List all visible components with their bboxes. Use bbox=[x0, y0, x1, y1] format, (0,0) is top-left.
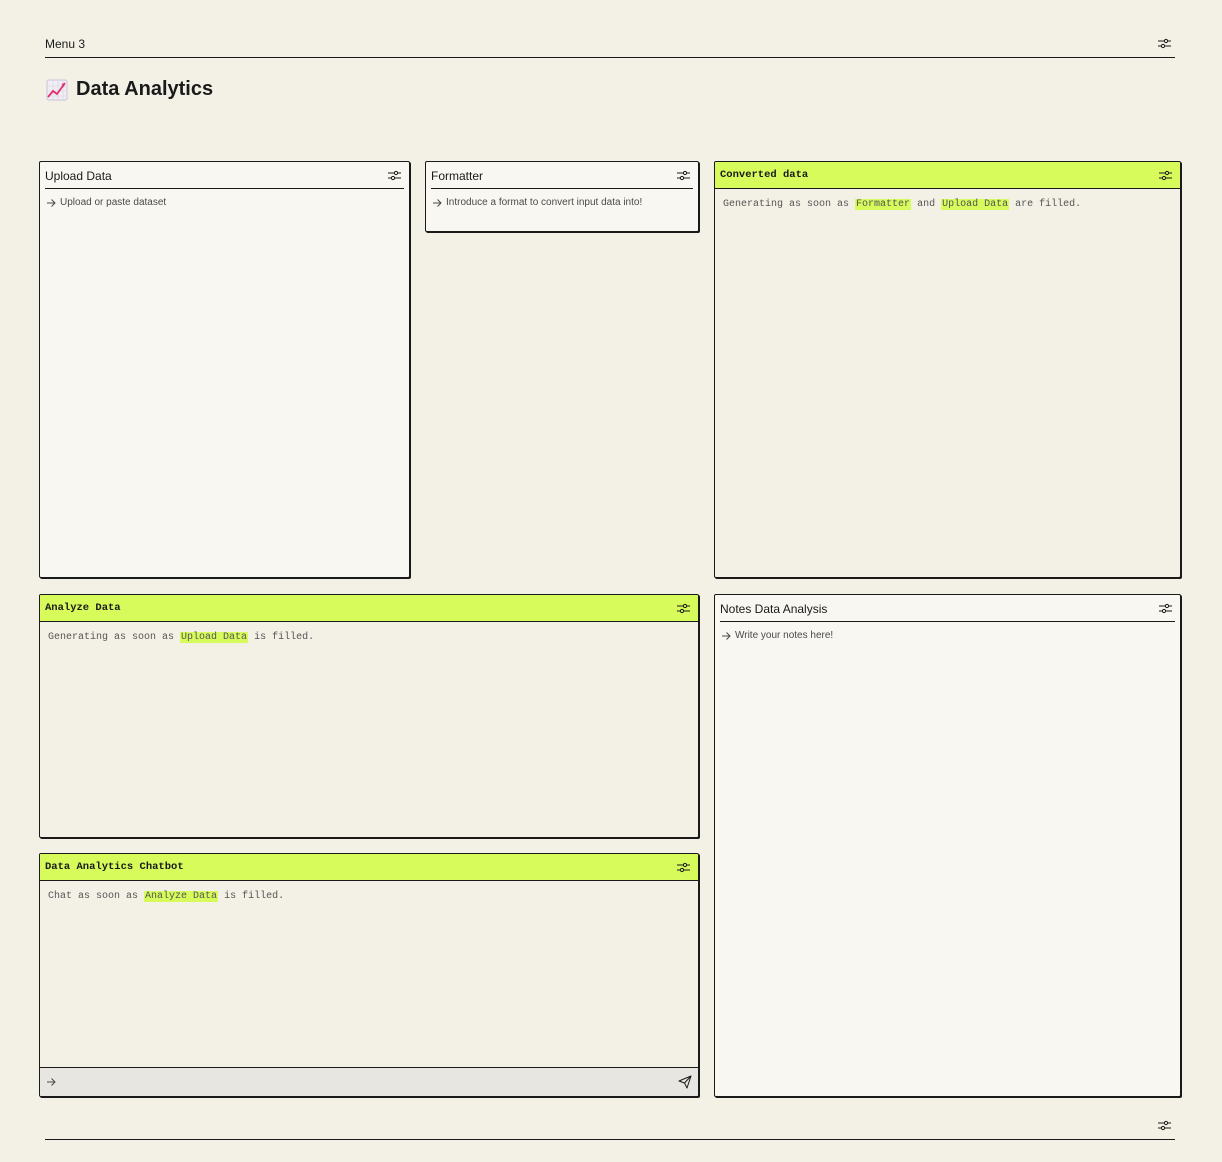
panel-title: Converted data bbox=[720, 169, 809, 181]
panel-title: Notes Data Analysis bbox=[720, 601, 828, 616]
bottom-bar bbox=[45, 1116, 1175, 1140]
placeholder-text: Upload or paste dataset bbox=[60, 197, 167, 208]
page-title: Data Analytics bbox=[46, 78, 213, 101]
panel-header: Notes Data Analysis bbox=[720, 595, 1175, 622]
status-text: and bbox=[917, 199, 936, 210]
sliders-icon[interactable] bbox=[1158, 1120, 1171, 1131]
arrow-right-icon bbox=[721, 631, 731, 641]
notes-panel: Notes Data Analysis Write your notes her… bbox=[714, 594, 1181, 1097]
upload-data-link[interactable]: Upload Data bbox=[180, 632, 249, 643]
formatter-link[interactable]: Formatter bbox=[855, 199, 912, 210]
status-text: Generating as soon as bbox=[723, 199, 850, 210]
notes-input[interactable]: Write your notes here! bbox=[721, 630, 1174, 641]
status-text: is filled. bbox=[254, 632, 315, 643]
generating-status: Generating as soon as Upload Data is fil… bbox=[48, 632, 690, 643]
panel-title: Data Analytics Chatbot bbox=[45, 861, 184, 873]
menu-label[interactable]: Menu 3 bbox=[45, 37, 85, 55]
sliders-icon[interactable] bbox=[1159, 603, 1172, 614]
analyze-data-panel: Analyze Data Generating as soon as Uploa… bbox=[39, 594, 699, 838]
generating-status: Generating as soon as Formatter and Uplo… bbox=[723, 199, 1172, 210]
top-menu-bar: Menu 3 bbox=[45, 34, 1175, 58]
sliders-icon[interactable] bbox=[677, 170, 690, 181]
chat-input[interactable] bbox=[40, 1067, 698, 1096]
upload-data-input[interactable]: Upload or paste dataset bbox=[46, 197, 403, 208]
panel-title: Upload Data bbox=[45, 168, 112, 183]
sliders-icon[interactable] bbox=[1159, 170, 1172, 181]
sliders-icon[interactable] bbox=[388, 170, 401, 181]
panel-header: Analyze Data bbox=[40, 595, 698, 622]
formatter-panel: Formatter Introduce a format to convert … bbox=[425, 161, 699, 232]
page-title-text: Data Analytics bbox=[76, 78, 214, 100]
status-text: is filled. bbox=[224, 891, 285, 902]
status-text: are filled. bbox=[1015, 199, 1082, 210]
upload-data-link[interactable]: Upload Data bbox=[941, 199, 1010, 210]
placeholder-text: Write your notes here! bbox=[735, 630, 834, 641]
panel-header: Formatter bbox=[431, 162, 693, 189]
panel-title: Analyze Data bbox=[45, 602, 121, 614]
status-text: Chat as soon as bbox=[48, 891, 139, 902]
upload-data-panel: Upload Data Upload or paste dataset bbox=[39, 161, 410, 578]
formatter-input[interactable]: Introduce a format to convert input data… bbox=[432, 197, 692, 208]
sliders-icon[interactable] bbox=[677, 862, 690, 873]
placeholder-text: Introduce a format to convert input data… bbox=[446, 197, 643, 208]
panel-header: Data Analytics Chatbot bbox=[40, 854, 698, 881]
panel-header: Upload Data bbox=[45, 162, 404, 189]
chart-increasing-icon bbox=[46, 79, 68, 101]
send-icon[interactable] bbox=[678, 1075, 692, 1089]
arrow-right-icon bbox=[46, 198, 56, 208]
panel-title: Formatter bbox=[431, 168, 484, 183]
chat-status: Chat as soon as Analyze Data is filled. bbox=[48, 891, 690, 902]
sliders-icon[interactable] bbox=[677, 603, 690, 614]
converted-data-panel: Converted data Generating as soon as For… bbox=[714, 161, 1181, 578]
arrow-right-icon bbox=[46, 1077, 56, 1087]
panel-header: Converted data bbox=[715, 162, 1180, 189]
sliders-icon[interactable] bbox=[1158, 38, 1171, 49]
chatbot-panel: Data Analytics Chatbot Chat as soon as A… bbox=[39, 853, 699, 1097]
status-text: Generating as soon as bbox=[48, 632, 175, 643]
analyze-data-link[interactable]: Analyze Data bbox=[144, 891, 219, 902]
arrow-right-icon bbox=[432, 198, 442, 208]
